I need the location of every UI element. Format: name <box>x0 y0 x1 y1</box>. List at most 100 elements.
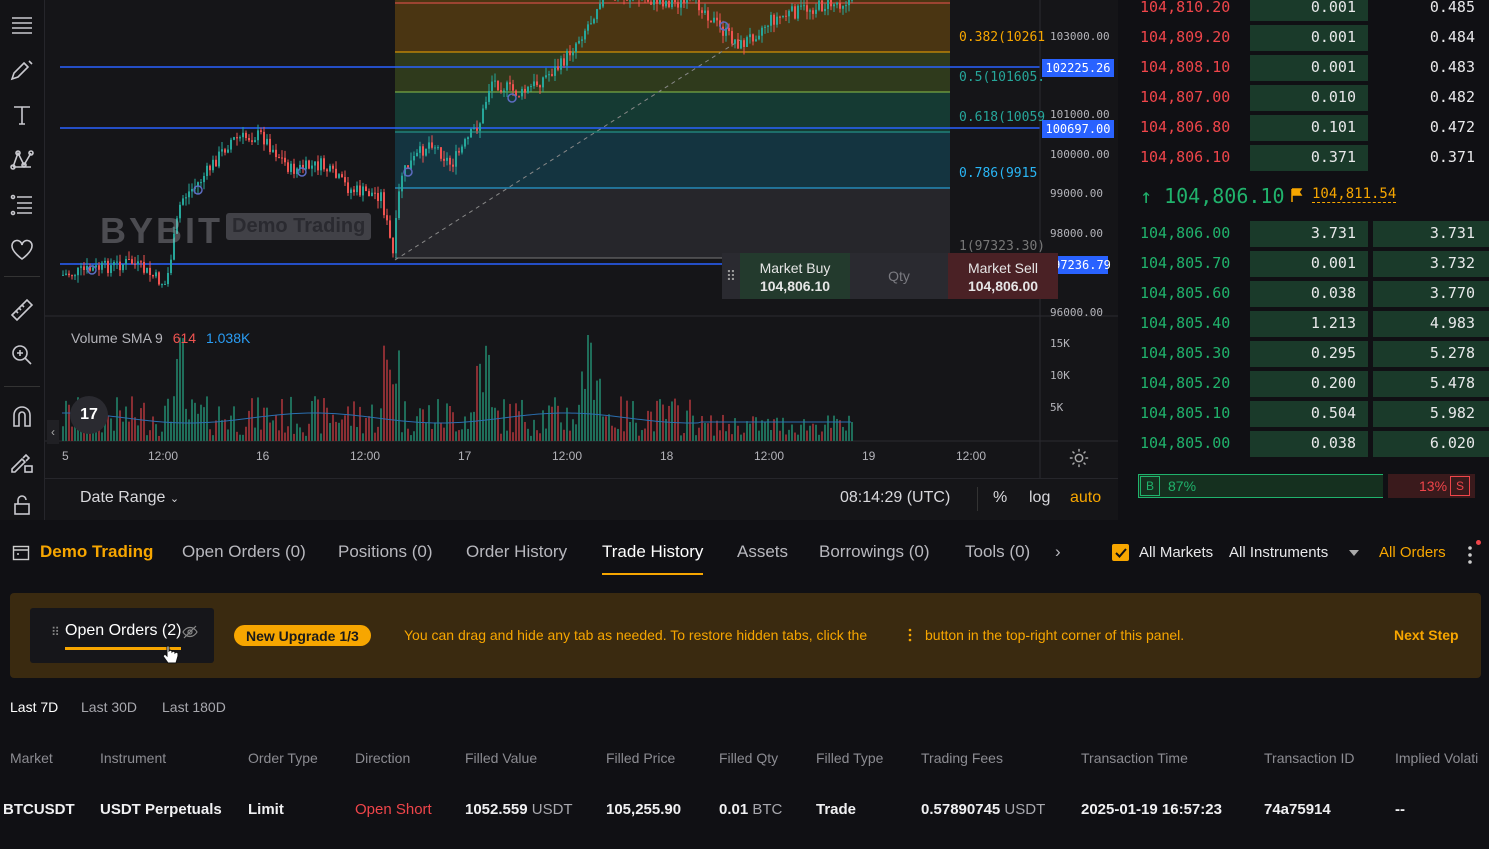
range-last-7d[interactable]: Last 7D <box>10 699 58 715</box>
banner-open-orders-tab[interactable]: ⠿ Open Orders (2) <box>30 608 214 664</box>
chart-panel[interactable]: BYBIT Demo Trading 0.382(10261 0.5(10160… <box>0 0 1118 520</box>
ask-row[interactable]: 104,806.80 0.101 0.472 <box>1124 114 1489 142</box>
cell-transaction-time: 2025-01-19 16:57:23 <box>1081 801 1222 818</box>
zoom-in-icon[interactable] <box>6 340 38 370</box>
ask-row[interactable]: 104,808.10 0.001 0.483 <box>1124 54 1489 82</box>
magnet-icon[interactable] <box>6 402 38 432</box>
candle-body <box>308 160 310 169</box>
lock-drawing-icon[interactable] <box>6 447 38 477</box>
drag-handle-icon[interactable]: ⠿ <box>722 253 740 299</box>
book-price: 104,805.30 <box>1140 344 1231 362</box>
price-tag-hline[interactable]: 102225.26 <box>1042 59 1114 77</box>
lock-icon[interactable] <box>6 490 38 520</box>
tab-assets[interactable]: Assets <box>737 542 788 562</box>
candle-body <box>218 151 220 167</box>
grip-icon[interactable]: ⠿ <box>51 625 60 639</box>
utc-clock[interactable]: 08:14:29 (UTC) <box>840 489 950 507</box>
bid-row[interactable]: 104,805.20 0.200 5.478 <box>1124 370 1489 398</box>
candle-body <box>191 188 193 192</box>
tab-borrowings[interactable]: Borrowings (0) <box>819 542 930 562</box>
tabs-next-icon[interactable]: › <box>1055 542 1061 562</box>
volume-bar <box>743 432 745 441</box>
tab-tools[interactable]: Tools (0) <box>965 542 1030 562</box>
favorite-heart-icon[interactable] <box>6 235 38 265</box>
candle-body <box>188 191 190 198</box>
volume-bar <box>323 398 325 441</box>
market-buy-button[interactable]: Market Buy 104,806.10 <box>740 253 850 299</box>
range-last-180d[interactable]: Last 180D <box>162 699 226 715</box>
more-options-icon[interactable] <box>1466 544 1474 566</box>
fib-label-05: 0.5(101605. <box>959 70 1046 85</box>
volume-bar <box>410 435 412 441</box>
volume-legend[interactable]: Volume SMA 9 614 1.038K <box>71 330 250 346</box>
bid-row[interactable]: 104,805.40 1.213 4.983 <box>1124 310 1489 338</box>
all-instruments-dropdown[interactable]: All Instruments <box>1229 544 1328 561</box>
all-markets-label[interactable]: All Markets <box>1139 544 1213 561</box>
all-orders-link[interactable]: All Orders <box>1379 544 1446 561</box>
market-sell-button[interactable]: Market Sell 104,806.00 <box>948 253 1058 299</box>
all-markets-checkbox[interactable] <box>1112 544 1129 561</box>
volume-bar <box>842 426 844 441</box>
candle-body <box>722 26 724 36</box>
bid-row[interactable]: 104,805.00 0.038 6.020 <box>1124 430 1489 458</box>
candle-body <box>476 128 478 131</box>
ask-row[interactable]: 104,810.20 0.001 0.485 <box>1124 0 1489 22</box>
range-last-30d[interactable]: Last 30D <box>81 699 137 715</box>
bid-row[interactable]: 104,806.00 3.731 3.731 <box>1124 220 1489 248</box>
tab-positions[interactable]: Positions (0) <box>338 542 432 562</box>
next-step-button[interactable]: Next Step <box>1394 627 1459 643</box>
cell-transaction-id[interactable]: 74a75914 <box>1264 801 1331 818</box>
pen-tool-icon[interactable] <box>6 55 38 85</box>
cell-market[interactable]: BTCUSDT <box>3 801 75 818</box>
tradingview-logo[interactable]: 17 <box>70 396 108 434</box>
bid-row[interactable]: 104,805.60 0.038 3.770 <box>1124 280 1489 308</box>
text-tool-icon[interactable] <box>6 100 38 130</box>
pattern-tool-icon[interactable] <box>6 145 38 175</box>
log-scale-button[interactable]: log <box>1029 489 1050 507</box>
settings-gear-icon[interactable] <box>1068 447 1090 469</box>
date-range-label: Date Range <box>80 489 166 506</box>
separator <box>977 487 978 511</box>
candle-body <box>272 149 274 152</box>
candle-body <box>830 0 832 7</box>
tab-trade-history[interactable]: Trade History <box>602 542 704 575</box>
volume-bar <box>227 429 229 441</box>
candle-body <box>683 0 685 3</box>
candle-body <box>497 80 499 91</box>
hide-eye-icon[interactable] <box>182 624 198 640</box>
price-tag-hline[interactable]: 97236.79 <box>1053 256 1111 274</box>
ask-row[interactable]: 104,806.10 0.371 0.371 <box>1124 144 1489 172</box>
column-header: Transaction ID <box>1264 750 1355 766</box>
ask-row[interactable]: 104,807.00 0.010 0.482 <box>1124 84 1489 112</box>
candle-body <box>110 265 112 273</box>
candle-body <box>491 81 493 91</box>
date-range-dropdown[interactable]: Date Range ⌄ <box>80 489 179 507</box>
ask-row[interactable]: 104,809.20 0.001 0.484 <box>1124 24 1489 52</box>
menu-icon[interactable] <box>6 10 38 40</box>
hand-cursor-icon <box>162 645 179 664</box>
book-qty: 0.001 <box>1310 254 1356 272</box>
ruler-icon[interactable] <box>6 295 38 325</box>
tab-open-orders[interactable]: Open Orders (0) <box>182 542 306 562</box>
candle-body <box>260 130 262 132</box>
bid-row[interactable]: 104,805.30 0.295 5.278 <box>1124 340 1489 368</box>
volume-bar <box>422 409 424 441</box>
price-tag-hline[interactable]: 100697.00 <box>1042 120 1114 138</box>
candle-body <box>677 2 679 8</box>
collapse-toolbar-icon[interactable]: ‹ <box>47 420 59 444</box>
fib-tool-icon[interactable] <box>6 190 38 220</box>
demo-trading-label[interactable]: Demo Trading <box>40 542 153 562</box>
auto-scale-button[interactable]: auto <box>1070 489 1101 507</box>
bid-row[interactable]: 104,805.70 0.001 3.732 <box>1124 250 1489 278</box>
volume-bar <box>623 431 625 441</box>
cell-filled-type: Trade <box>816 801 857 818</box>
candle-body <box>278 157 280 159</box>
mark-price[interactable]: 104,811.54 <box>1312 186 1397 203</box>
bid-row[interactable]: 104,805.10 0.504 5.982 <box>1124 400 1489 428</box>
volume-bar <box>338 422 340 441</box>
tab-order-history[interactable]: Order History <box>466 542 567 562</box>
caret-down-icon[interactable] <box>1348 548 1360 558</box>
volume-bar <box>398 350 400 441</box>
qty-input[interactable]: Qty <box>850 253 948 299</box>
percent-scale-button[interactable]: % <box>993 489 1007 507</box>
